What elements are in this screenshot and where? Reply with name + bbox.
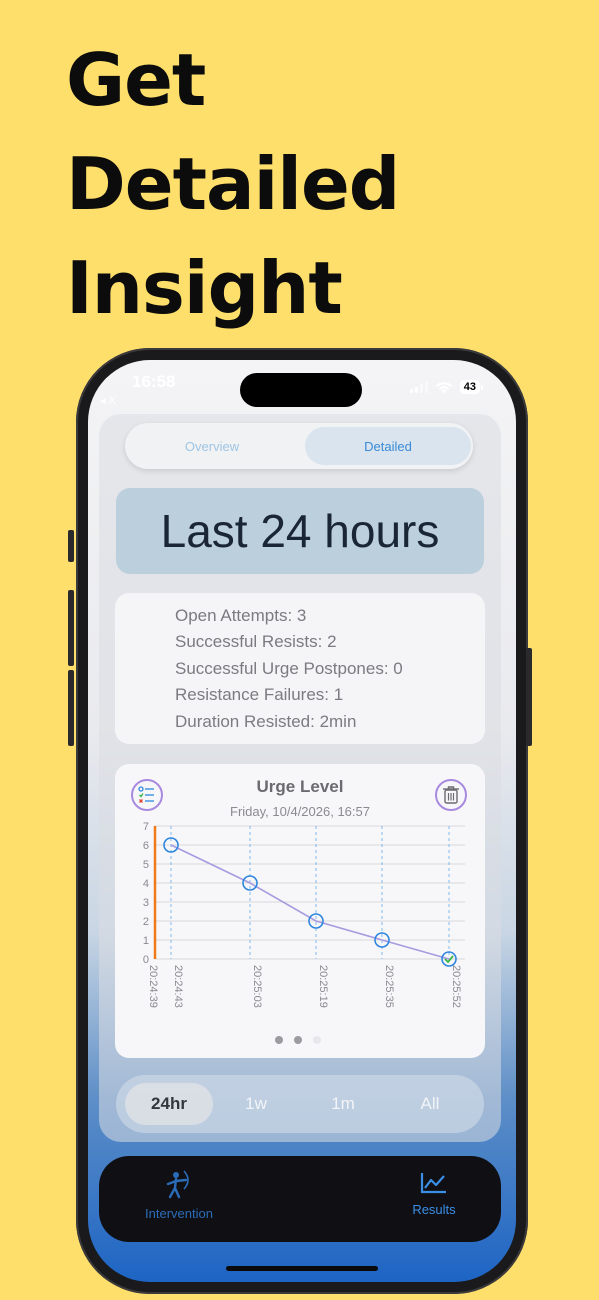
headline: Get Detailed Insight xyxy=(66,28,400,340)
volume-down-button xyxy=(68,670,74,746)
headline-line-3: Insight xyxy=(66,246,343,330)
segment-overview[interactable]: Overview xyxy=(129,427,295,465)
archer-icon xyxy=(166,1170,189,1199)
x-tick-label: 20:24:43 xyxy=(172,965,184,1008)
tab-intervention-label: Intervention xyxy=(145,1206,213,1221)
period-1w[interactable]: 1w xyxy=(212,1083,300,1125)
stats-card: Open Attempts: 3 Successful Resists: 2 S… xyxy=(115,593,485,744)
period-all[interactable]: All xyxy=(386,1083,474,1125)
range-title: Last 24 hours xyxy=(116,488,484,574)
stat-resistance-failures: Resistance Failures: 1 xyxy=(175,685,344,705)
stat-urge-postpones: Successful Urge Postpones: 0 xyxy=(175,658,403,678)
tab-results-label: Results xyxy=(412,1202,456,1217)
home-indicator xyxy=(226,1266,378,1271)
page-indicator xyxy=(275,1036,321,1044)
status-indicators: 43 xyxy=(409,380,484,394)
y-tick-label: 3 xyxy=(143,897,149,909)
tab-bar: Intervention Results xyxy=(99,1156,501,1242)
y-tick-label: 2 xyxy=(143,916,149,928)
headline-line-1: Get xyxy=(66,38,206,122)
results-sheet: Overview Detailed Last 24 hours Open Att… xyxy=(99,414,501,1142)
cellular-signal-icon xyxy=(409,381,428,393)
line-chart-icon xyxy=(420,1173,446,1194)
stat-successful-resists: Successful Resists: 2 xyxy=(175,632,337,652)
tab-results[interactable]: Results xyxy=(394,1170,474,1217)
y-tick-label: 1 xyxy=(143,935,149,947)
headline-line-2: Detailed xyxy=(66,142,400,226)
x-tick-label: 20:25:35 xyxy=(383,965,395,1008)
page-dot[interactable] xyxy=(275,1036,283,1044)
segment-detailed[interactable]: Detailed xyxy=(305,427,471,465)
period-1m[interactable]: 1m xyxy=(299,1083,387,1125)
y-tick-label: 5 xyxy=(143,859,149,871)
back-to-app-link[interactable]: ◂ X xyxy=(100,394,116,407)
x-tick-label: 20:24:39 xyxy=(147,965,159,1008)
stat-open-attempts: Open Attempts: 3 xyxy=(175,606,307,625)
dynamic-island xyxy=(240,373,362,407)
page-dot[interactable] xyxy=(294,1036,302,1044)
volume-up-button xyxy=(68,590,74,666)
urge-level-chart: 0123456720:24:39 20:24:43 20:25:03 20:25:19… xyxy=(143,821,465,1008)
phone-screen: 16:58 ◂ X 43 Overview Detailed Last 24 h… xyxy=(88,360,516,1282)
x-tick-label: 20:25:52 xyxy=(450,965,462,1008)
y-tick-label: 7 xyxy=(143,821,149,833)
period-24hr[interactable]: 24hr xyxy=(125,1083,213,1125)
x-tick-label: 20:25:03 xyxy=(251,965,263,1008)
mute-switch xyxy=(68,530,74,562)
y-tick-label: 6 xyxy=(143,840,149,852)
wifi-icon xyxy=(435,381,452,393)
view-segmented-control: Overview Detailed xyxy=(125,423,473,469)
tab-intervention[interactable]: Intervention xyxy=(139,1170,219,1221)
status-time: 16:58 xyxy=(132,372,176,391)
period-selector: 24hr 1w 1m All xyxy=(116,1075,484,1133)
x-tick-label: 20:25:19 xyxy=(317,965,329,1008)
y-tick-label: 4 xyxy=(143,878,149,890)
urge-chart-card: Urge Level Friday, 10/4/2026, 16:57 0123… xyxy=(115,764,485,1058)
page-dot[interactable] xyxy=(313,1036,321,1044)
stat-duration-resisted: Duration Resisted: 2min xyxy=(175,711,357,731)
battery-level: 43 xyxy=(459,380,484,394)
power-button xyxy=(526,648,532,746)
